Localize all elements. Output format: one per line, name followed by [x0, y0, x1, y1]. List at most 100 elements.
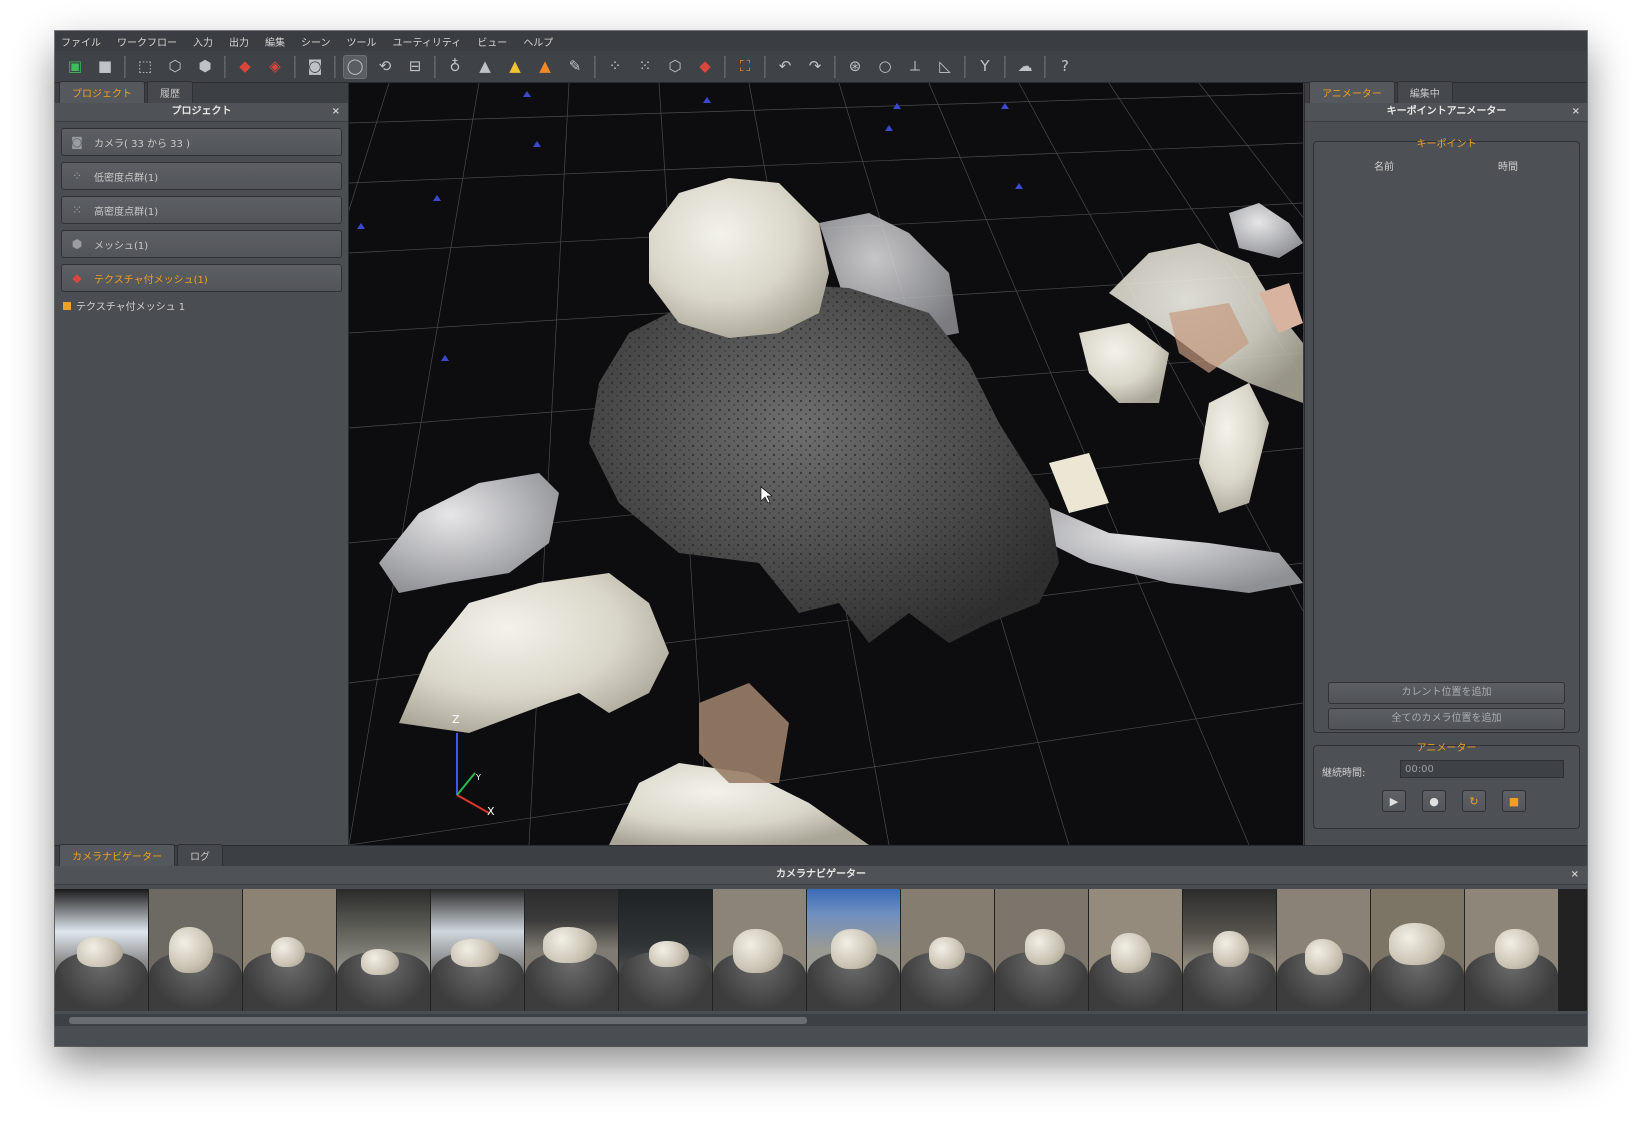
camera-navigator-close-button[interactable]: ×: [1571, 866, 1579, 884]
camera-thumbnail[interactable]: [807, 889, 900, 1011]
menu-workflow[interactable]: ワークフロー: [117, 34, 177, 49]
tab-project[interactable]: プロジェクト: [59, 81, 145, 103]
menu-scene[interactable]: シーン: [301, 34, 331, 49]
project-item-dense-cloud[interactable]: ⁙ 高密度点群(1): [61, 196, 342, 224]
axis-gizmo: [456, 733, 490, 814]
camera-thumbnail[interactable]: [1277, 889, 1370, 1011]
axis-icon[interactable]: ⟂: [903, 55, 927, 79]
bounding-box-icon[interactable]: ⛶: [733, 55, 757, 79]
menu-help[interactable]: ヘルプ: [523, 34, 553, 49]
point-cloud-icon[interactable]: ⬡: [163, 55, 187, 79]
menu-output[interactable]: 出力: [229, 34, 249, 49]
axis-x-label: X: [487, 805, 495, 818]
circle-select-icon[interactable]: ○: [873, 55, 897, 79]
camera-thumbnail[interactable]: [995, 889, 1088, 1011]
pale-slab-left: [399, 573, 669, 733]
camera-thumbnail[interactable]: [901, 889, 994, 1011]
new-project-icon[interactable]: ▣: [63, 55, 87, 79]
menu-tools[interactable]: ツール: [347, 34, 377, 49]
menu-utility[interactable]: ユーティリティ: [393, 34, 462, 49]
help-icon[interactable]: ?: [1053, 55, 1077, 79]
add-all-camera-positions-button[interactable]: 全てのカメラ位置を追加: [1328, 708, 1565, 730]
camera-thumbnail[interactable]: [1465, 889, 1558, 1011]
camera-thumbnail[interactable]: [243, 889, 336, 1011]
project-panel: プロジェクト 履歴 プロジェクト × ◙ カメラ( 33 から 33 ) ⁘ 低…: [55, 81, 349, 845]
animator-panel-close-button[interactable]: ×: [1572, 103, 1580, 121]
project-item-cameras[interactable]: ◙ カメラ( 33 から 33 ): [61, 128, 342, 156]
project-item-mesh[interactable]: ⬢ メッシュ(1): [61, 230, 342, 258]
animator-panel-title: キーポイントアニメーター: [1386, 106, 1507, 117]
menu-edit[interactable]: 編集: [265, 34, 285, 49]
ruler-icon[interactable]: ◺: [933, 55, 957, 79]
project-item-sparse-cloud[interactable]: ⁘ 低密度点群(1): [61, 162, 342, 190]
mesh-icon: ⬢: [71, 237, 83, 251]
stop-button[interactable]: ■: [1502, 790, 1526, 812]
wire-cube-icon[interactable]: ⬡: [663, 55, 687, 79]
camera-thumbnail[interactable]: [525, 889, 618, 1011]
save-icon[interactable]: ■: [93, 55, 117, 79]
menu-file[interactable]: ファイル: [61, 34, 101, 49]
orbit-icon[interactable]: ◯: [343, 54, 367, 79]
project-item-textured-mesh[interactable]: ◆ テクスチャ付メッシュ(1): [61, 264, 342, 292]
camera-thumbnail[interactable]: [337, 889, 430, 1011]
toolbar-separator: [964, 55, 966, 78]
camera-thumbnail[interactable]: [55, 889, 148, 1011]
tab-log[interactable]: ログ: [177, 844, 223, 866]
animator-panel-header: キーポイントアニメーター ×: [1305, 103, 1587, 122]
camera-thumbnail[interactable]: [431, 889, 524, 1011]
redo-icon[interactable]: ↷: [803, 55, 827, 79]
mask-icon[interactable]: ☁: [1013, 55, 1037, 79]
camera-thumbnail[interactable]: [1371, 889, 1464, 1011]
warning-triangle-icon[interactable]: ▲: [503, 55, 527, 79]
menu-view[interactable]: ビュー: [477, 34, 507, 49]
project-panel-close-button[interactable]: ×: [332, 103, 340, 121]
clip-plane-icon[interactable]: ⊟: [403, 55, 427, 79]
light-bulb-icon[interactable]: ♁: [443, 55, 467, 79]
duration-label: 継続時間:: [1322, 768, 1366, 779]
tree-item-textured-mesh-1[interactable]: テクスチャ付メッシュ 1: [63, 298, 340, 313]
select-region-icon[interactable]: ⬚: [133, 55, 157, 79]
camera-thumbnail[interactable]: [1089, 889, 1182, 1011]
undo-icon[interactable]: ↶: [773, 55, 797, 79]
play-button[interactable]: ▶: [1382, 790, 1406, 812]
project-item-label: カメラ( 33 から 33 ): [94, 138, 190, 150]
rotate-icon[interactable]: ⟲: [373, 55, 397, 79]
color-cube-icon[interactable]: ◆: [693, 55, 717, 79]
tab-history[interactable]: 履歴: [147, 81, 193, 103]
thumbnail-scroll-thumb[interactable]: [69, 1017, 807, 1024]
column-name-header: 名前: [1374, 162, 1394, 173]
tab-animator[interactable]: アニメーター: [1309, 81, 1395, 103]
record-button[interactable]: ●: [1422, 790, 1446, 812]
dense-points-icon[interactable]: ⁙: [633, 55, 657, 79]
camera-thumbnail[interactable]: [713, 889, 806, 1011]
loop-icon: ↻: [1469, 794, 1479, 808]
color-triangle-icon[interactable]: ▲: [533, 55, 557, 79]
mesh-cube-icon[interactable]: ⬢: [193, 55, 217, 79]
camera-thumbnail[interactable]: [619, 889, 712, 1011]
camera-thumbnail[interactable]: [149, 889, 242, 1011]
thumbnail-strip: [55, 889, 1587, 1011]
brush-icon[interactable]: ✎: [563, 55, 587, 79]
tab-camera-navigator[interactable]: カメラナビゲーター: [59, 844, 175, 866]
add-current-position-button[interactable]: カレント位置を追加: [1328, 682, 1565, 704]
camera-thumbnail[interactable]: [1183, 889, 1276, 1011]
fork-icon[interactable]: Y: [973, 55, 997, 79]
thumbnail-scrollbar[interactable]: [55, 1014, 1587, 1026]
triangle-icon[interactable]: ▲: [473, 55, 497, 79]
textured-mesh-icon[interactable]: ◈: [263, 55, 287, 79]
menu-input[interactable]: 入力: [193, 34, 213, 49]
transform-icon[interactable]: ⊛: [843, 55, 867, 79]
toolbar-separator: [1004, 55, 1006, 78]
tab-editing[interactable]: 編集中: [1396, 81, 1453, 103]
toolbar-separator: [594, 55, 596, 78]
sparse-points-icon[interactable]: ⁘: [603, 55, 627, 79]
toolbar-separator: [224, 55, 226, 78]
menu-bar: ファイル ワークフロー 入力 出力 編集 シーン ツール ユーティリティ ビュー…: [55, 31, 1587, 51]
loop-button[interactable]: ↻: [1462, 790, 1486, 812]
camera-icon[interactable]: ◙: [303, 55, 327, 79]
duration-field[interactable]: 00:00: [1400, 760, 1564, 778]
toolbar-separator: [834, 55, 836, 78]
texture-cube-icon[interactable]: ◆: [233, 55, 257, 79]
3d-viewport[interactable]: Z Y X: [349, 83, 1303, 845]
camera-icon: ◙: [71, 135, 83, 149]
